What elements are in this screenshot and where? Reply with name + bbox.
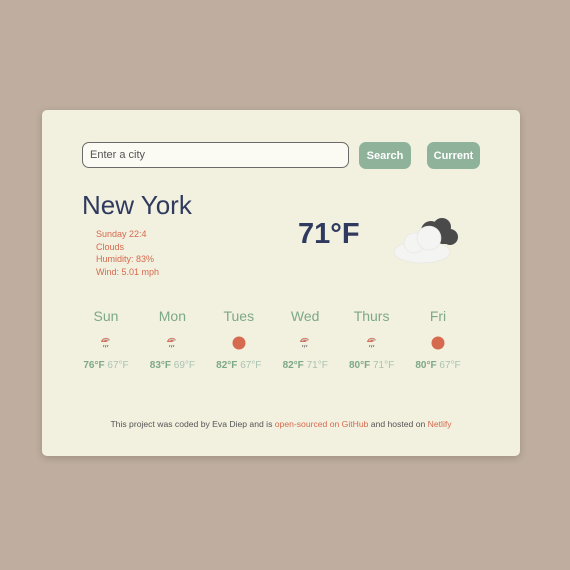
forecast-day-name: Thurs [353, 308, 390, 324]
footer-text: This project was coded by Eva Diep and i… [110, 419, 275, 429]
forecast-max-temp: 76°F [83, 360, 105, 371]
github-link[interactable]: open-sourced on GitHub [275, 419, 369, 429]
city-search-input[interactable] [82, 142, 349, 168]
footer: This project was coded by Eva Diep and i… [42, 419, 520, 429]
forecast-day-name: Mon [158, 308, 186, 324]
current-location-button[interactable]: Current [427, 142, 480, 169]
rain-icon [363, 334, 381, 352]
forecast-temps: 76°F 67°F [78, 360, 134, 371]
humidity: Humidity: 83% [96, 254, 155, 265]
forecast-max-temp: 83°F [149, 360, 171, 371]
date-time: Sunday 22:4 [96, 229, 147, 239]
forecast-min-temp: 67°F [107, 360, 129, 371]
current-temperature: 71°F [298, 218, 360, 250]
weather-card: Search Current New York Sunday 22:4 Clou… [42, 110, 520, 456]
forecast-day-name: Sun [93, 308, 119, 324]
wind-speed: Wind: 5.01 mph [96, 266, 160, 277]
forecast-day: Thurs 80°F 71°F [344, 308, 400, 371]
rain-icon [163, 334, 181, 352]
sun-icon [429, 334, 447, 352]
forecast-max-temp: 82°F [216, 360, 238, 371]
forecast-day: Mon 83°F 69°F [144, 308, 200, 371]
forecast-max-temp: 82°F [282, 360, 304, 371]
city-name: New York [82, 190, 192, 220]
forecast-min-temp: 69°F [173, 360, 196, 371]
forecast-day-name: Fri [429, 308, 447, 324]
forecast-day: Sun 76°F 67°F [78, 308, 134, 371]
forecast-max-temp: 80°F [415, 360, 437, 371]
weather-details: Sunday 22:4 Clouds Humidity: 83% Wind: 5… [96, 228, 159, 278]
forecast-temps: 82°F 71°F [277, 360, 333, 371]
forecast-day: Wed 82°F 71°F [277, 308, 333, 371]
forecast-min-temp: 67°F [439, 360, 461, 371]
forecast-day: Tues 82°F 67°F [211, 308, 267, 371]
weather-description: Clouds [96, 241, 125, 252]
forecast-temps: 83°F 69°F [144, 360, 200, 371]
footer-text: and hosted on [368, 419, 428, 429]
forecast-min-temp: 67°F [240, 360, 262, 371]
forecast-max-temp: 80°F [348, 360, 371, 371]
forecast-day-name: Wed [290, 308, 320, 324]
forecast-temps: 82°F 67°F [211, 360, 267, 371]
forecast-temps: 80°F 71°F [344, 360, 400, 371]
rain-icon [296, 334, 314, 352]
cloudy-icon [393, 218, 458, 264]
search-button[interactable]: Search [359, 142, 411, 169]
forecast-day: Fri 80°F 67°F [410, 308, 466, 371]
forecast-min-temp: 71°F [306, 360, 328, 371]
rain-icon [97, 334, 115, 352]
forecast-day-name: Tues [223, 308, 255, 324]
netlify-link[interactable]: Netlify [428, 419, 452, 429]
forecast-min-temp: 71°F [372, 360, 395, 371]
forecast-temps: 80°F 67°F [410, 360, 466, 371]
sun-icon [230, 334, 248, 352]
